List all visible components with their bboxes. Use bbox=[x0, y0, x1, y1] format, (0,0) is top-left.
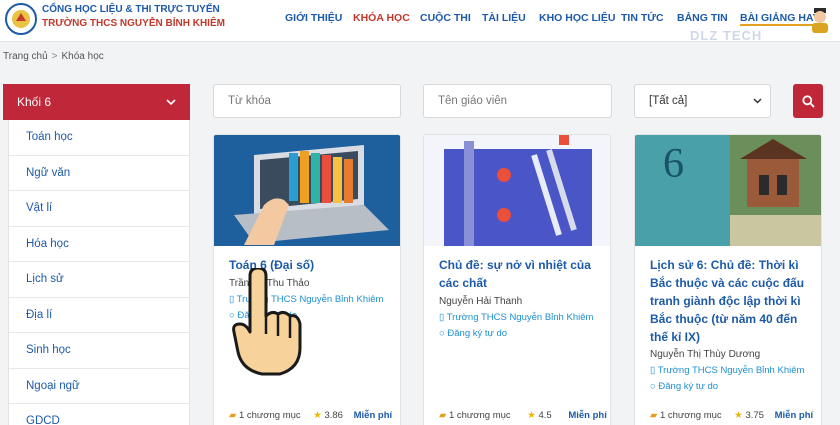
course-card[interactable]: Chủ đề: sự nở vì nhiệt của các chất Nguy… bbox=[423, 134, 611, 425]
chapter-icon: ▰ bbox=[650, 410, 658, 421]
course-rating: 4.5 bbox=[538, 410, 552, 421]
chevron-down-icon bbox=[753, 98, 762, 104]
course-chapters: 1 chương mục bbox=[659, 410, 722, 421]
course-school[interactable]: ▯ Trường THCS Nguyễn Bỉnh Khiêm bbox=[439, 312, 593, 323]
chapter-icon: ▰ bbox=[229, 410, 237, 421]
course-card[interactable]: 6 Lịch sử 6: Chủ đề: Thời kì Bắc thuộc v… bbox=[634, 134, 822, 425]
sidebar-item-vat-li[interactable]: Vật lí bbox=[9, 191, 189, 227]
school-icon: ▯ bbox=[439, 312, 447, 323]
sidebar-item-lich-su[interactable]: Lịch sử bbox=[9, 262, 189, 298]
course-thumbnail-thermometers[interactable] bbox=[424, 135, 611, 246]
course-thumbnail-history-book[interactable]: 6 bbox=[635, 135, 822, 246]
sidebar-item-gdcd[interactable]: GDCD bbox=[9, 404, 189, 425]
nav-kho-hoc-lieu[interactable]: KHO HỌC LIỆU bbox=[539, 12, 615, 24]
logo-subtitle[interactable]: TRƯỜNG THCS NGUYỄN BỈNH KHIÊM bbox=[42, 18, 225, 29]
grade-dropdown[interactable]: Khối 6 bbox=[3, 84, 190, 120]
course-price: Miễn phí bbox=[353, 410, 393, 421]
breadcrumb-home[interactable]: Trang chủ bbox=[3, 51, 48, 62]
sidebar-item-ngu-van[interactable]: Ngữ văn bbox=[9, 156, 189, 191]
svg-text:6: 6 bbox=[663, 141, 684, 187]
breadcrumb-separator: > bbox=[51, 51, 58, 62]
course-price: Miễn phí bbox=[568, 410, 607, 421]
course-school-name: Trường THCS Nguyễn Bỉnh Khiêm bbox=[657, 365, 805, 376]
user-avatar-icon[interactable] bbox=[808, 6, 832, 34]
category-select-value: [Tất cả] bbox=[649, 95, 688, 107]
teacher-field bbox=[423, 84, 612, 118]
course-registration: ○ Đăng ký tự do bbox=[650, 381, 718, 392]
star-icon: ★ bbox=[734, 410, 743, 421]
course-school-name: Trường THCS Nguyễn Bỉnh Khiêm bbox=[446, 312, 594, 323]
star-icon: ★ bbox=[313, 410, 322, 421]
course-footer: ▰ 1 chương mục ★ 3.75 Miễn phí bbox=[650, 410, 820, 421]
course-footer: ▰ 1 chương mục ★ 4.5 Miễn phí bbox=[439, 410, 609, 421]
grade-dropdown-label: Khối 6 bbox=[17, 95, 52, 109]
course-rating: 3.86 bbox=[324, 410, 343, 421]
course-title[interactable]: Chủ đề: sự nở vì nhiệt của các chất bbox=[439, 256, 599, 292]
search-button[interactable] bbox=[793, 84, 823, 118]
course-registration-text: Đăng ký tự do bbox=[658, 381, 719, 392]
grade-sidebar: Khối 6 Toán học Ngữ văn Vật lí Hóa học L… bbox=[3, 84, 190, 425]
sidebar-item-sinh-hoc[interactable]: Sinh học bbox=[9, 333, 189, 369]
course-author: Nguyễn Thị Thùy Dương bbox=[650, 349, 761, 360]
watermark: DLZ TECH bbox=[690, 28, 763, 43]
sidebar-item-hoa-hoc[interactable]: Hóa học bbox=[9, 227, 189, 262]
course-registration-text: Đăng ký tự do bbox=[447, 328, 508, 339]
nav-tai-lieu[interactable]: TÀI LIỆU bbox=[482, 12, 526, 24]
course-chapters: 1 chương mục bbox=[238, 410, 301, 421]
teacher-name-input[interactable] bbox=[438, 95, 611, 107]
keyword-field bbox=[213, 84, 401, 118]
course-chapters: 1 chương mục bbox=[448, 410, 511, 421]
course-school[interactable]: ▯ Trường THCS Nguyễn Bỉnh Khiêm bbox=[650, 365, 804, 376]
sidebar-item-ngoai-ngu[interactable]: Ngoại ngữ bbox=[9, 369, 189, 404]
course-footer: ▰ 1 chương mục ★ 3.86 Miễn phí bbox=[229, 410, 399, 421]
sidebar-item-toan-hoc[interactable]: Toán học bbox=[9, 120, 189, 156]
school-logo-icon[interactable] bbox=[4, 2, 38, 36]
course-price: Miễn phí bbox=[774, 410, 814, 421]
nav-khoa-hoc[interactable]: KHÓA HỌC bbox=[353, 12, 410, 24]
nav-gioi-thieu[interactable]: GIỚI THIỆU bbox=[285, 12, 342, 24]
course-thumbnail-laptop-books[interactable] bbox=[214, 135, 401, 246]
sidebar-item-dia-li[interactable]: Địa lí bbox=[9, 298, 189, 333]
breadcrumb: Trang chủ > Khóa học bbox=[3, 51, 104, 62]
chevron-down-icon bbox=[166, 98, 176, 105]
pointing-hand-cursor-icon bbox=[232, 268, 302, 376]
star-icon: ★ bbox=[527, 410, 536, 421]
course-author: Nguyễn Hải Thanh bbox=[439, 296, 523, 307]
nav-cuoc-thi[interactable]: CUỘC THI bbox=[420, 12, 471, 24]
nav-tin-tuc[interactable]: TIN TỨC bbox=[621, 12, 664, 24]
logo-title[interactable]: CỔNG HỌC LIỆU & THI TRỰC TUYẾN bbox=[42, 4, 220, 15]
subject-list: Toán học Ngữ văn Vật lí Hóa học Lịch sử … bbox=[8, 120, 190, 425]
course-registration: ○ Đăng ký tự do bbox=[439, 328, 507, 339]
keyword-input[interactable] bbox=[228, 95, 400, 107]
school-icon: ▯ bbox=[650, 365, 658, 376]
course-rating: 3.75 bbox=[745, 410, 764, 421]
breadcrumb-current: Khóa học bbox=[61, 51, 104, 62]
search-icon bbox=[801, 94, 815, 108]
chapter-icon: ▰ bbox=[439, 410, 447, 421]
category-select[interactable]: [Tất cả] bbox=[634, 84, 771, 118]
nav-bang-tin[interactable]: BẢNG TIN bbox=[677, 12, 728, 24]
course-title[interactable]: Lịch sử 6: Chủ đề: Thời kì Bắc thuộc và … bbox=[650, 256, 810, 346]
